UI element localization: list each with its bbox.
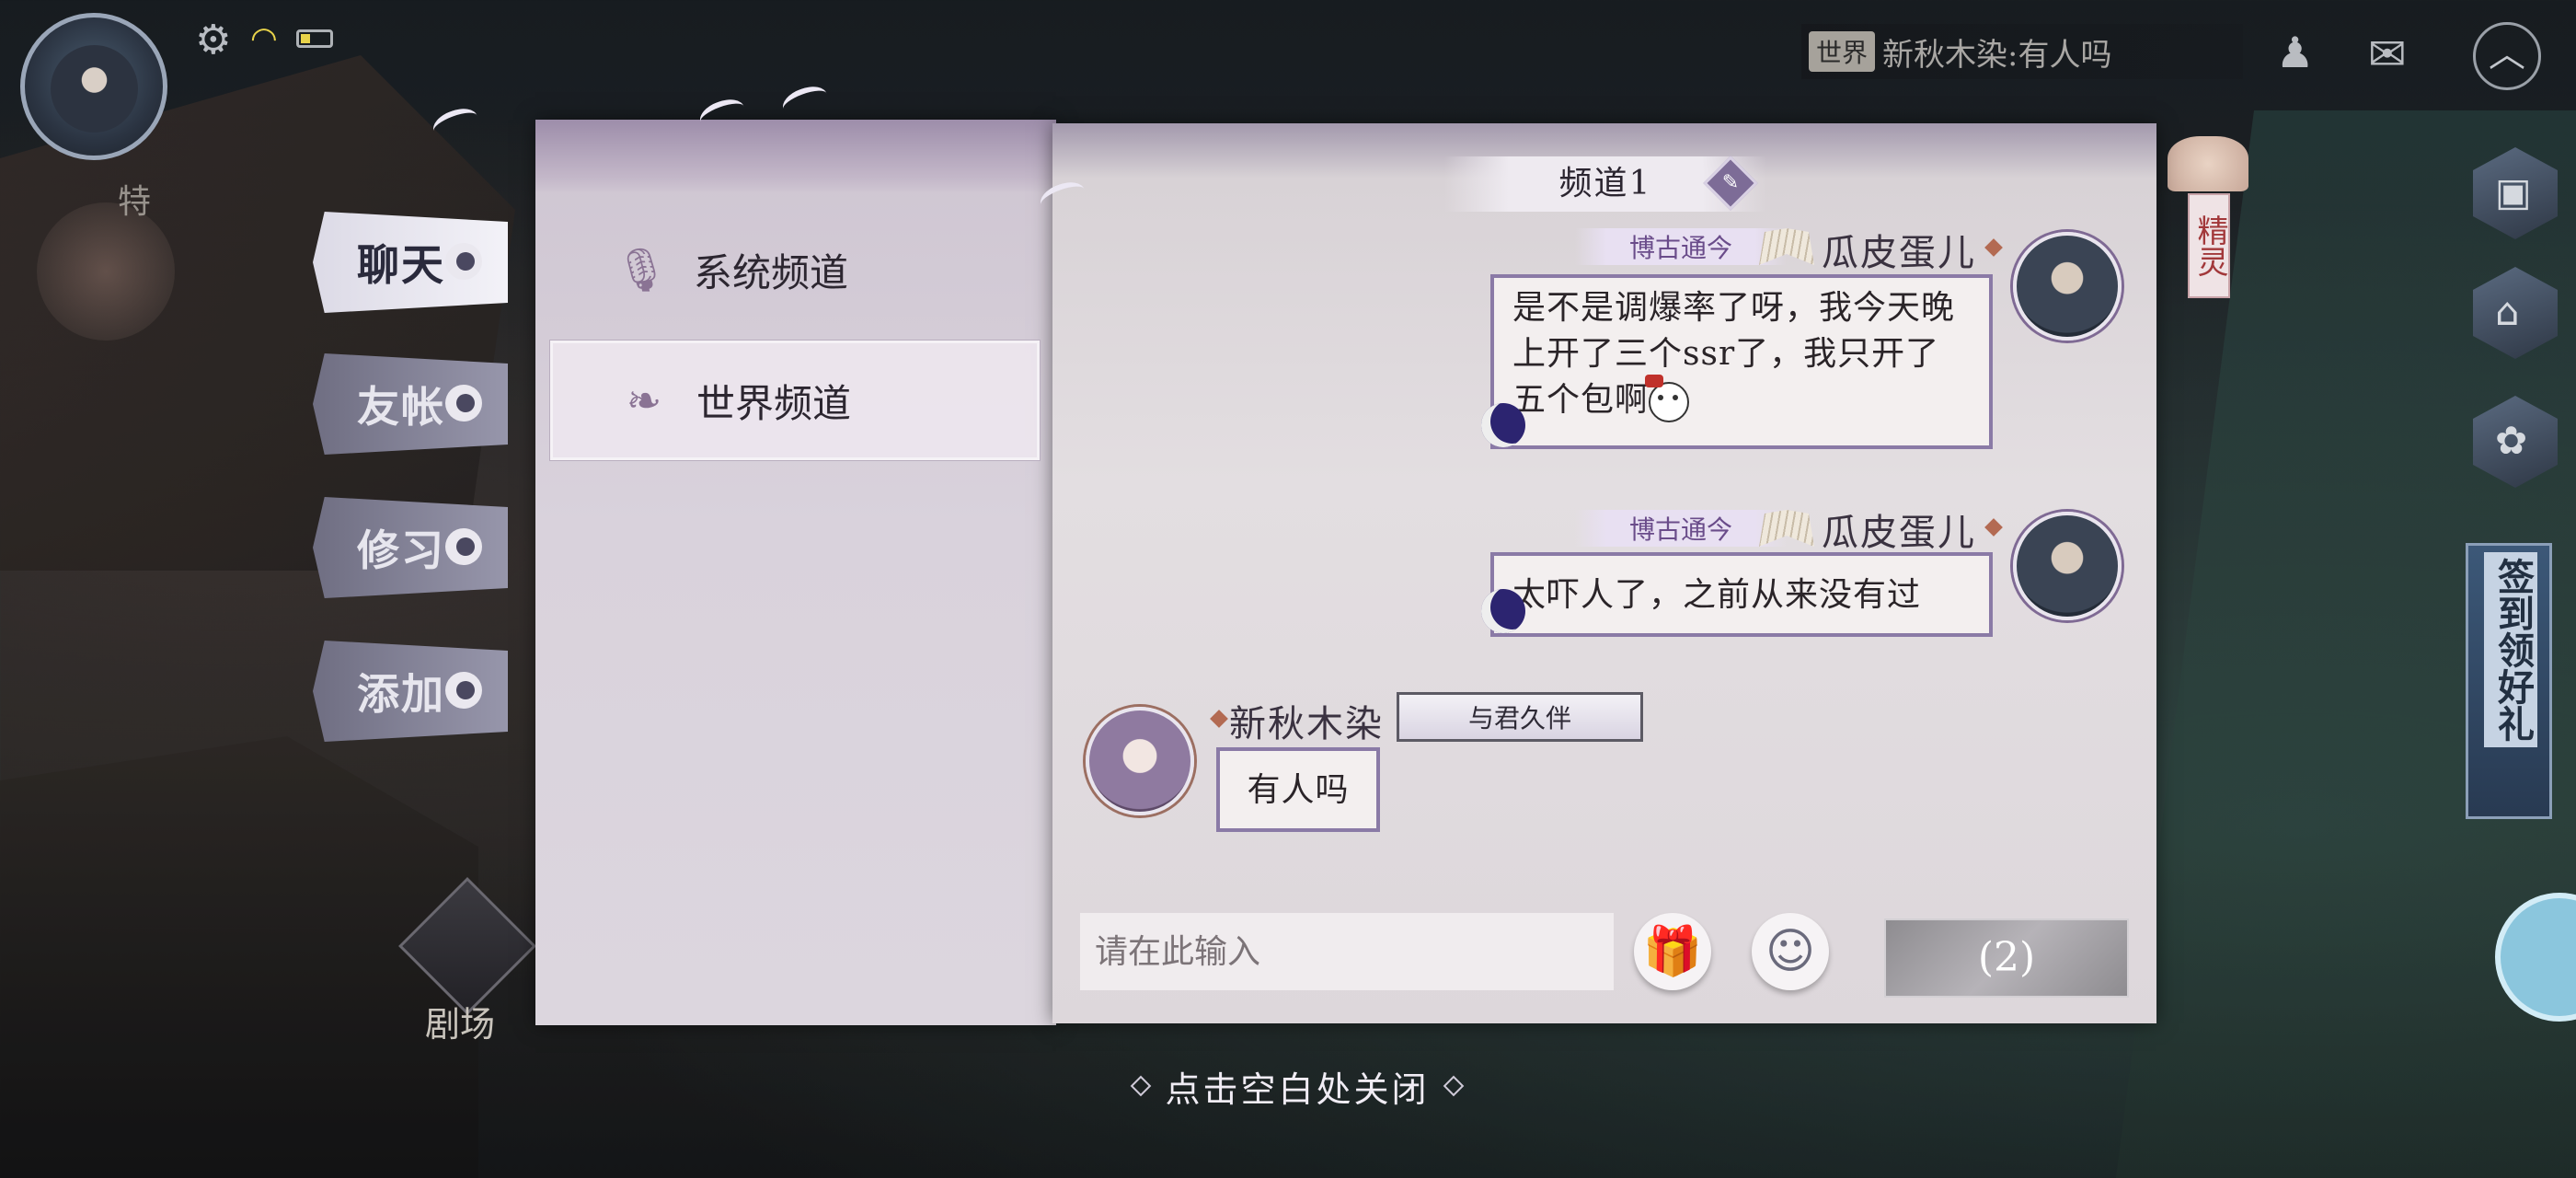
channel-title: 频道1 [1558, 165, 1652, 202]
spirit-fox-icon[interactable] [2168, 136, 2248, 191]
tab-chat[interactable]: 聊天 [313, 212, 508, 313]
world-latest-message: 新秋木染:有人吗 [1882, 36, 2112, 74]
gear-icon[interactable]: ⚙ [195, 17, 231, 64]
pencil-icon: ✎ [1721, 171, 1740, 194]
location-icon: ⌂ [2495, 289, 2520, 334]
close-hint-row[interactable]: 点击空白处关闭 [1067, 1058, 1527, 1114]
diamond-icon [1131, 1075, 1152, 1097]
spirit-label[interactable]: 精灵 [2188, 193, 2230, 298]
sticker-emoji-icon [1645, 375, 1690, 422]
tab-dot-icon [445, 672, 482, 709]
message-text: 太吓人了，之前从来没有过 [1512, 576, 1922, 614]
microphone-icon: 🎙 [615, 244, 669, 294]
signin-label: 签到领好礼 [2484, 552, 2537, 747]
tab-dot-icon [445, 528, 482, 565]
channel-item-system[interactable]: 🎙 系统频道 [550, 210, 1040, 329]
tab-dot-icon [445, 243, 482, 280]
message-text: 是不是调爆率了呀，我今天晚上开了三个ssr了，我只开了五个包啊 [1512, 289, 1956, 419]
ticket-icon: ▣ [2495, 169, 2532, 214]
tab-friends-label: 友帐 [357, 382, 445, 432]
sender-avatar[interactable] [2013, 512, 2122, 620]
tab-study[interactable]: 修习 [313, 497, 508, 598]
moon-decoration-icon [1481, 589, 1525, 633]
channel-label: 系统频道 [694, 249, 849, 295]
tab-add-label: 添加 [357, 669, 445, 719]
title-badge: 博古通今 [1575, 228, 1787, 265]
tab-chat-label: 聊天 [357, 240, 445, 290]
event-label: 特 [118, 183, 152, 221]
mail-icon[interactable]: ✉ [2368, 28, 2407, 81]
emoji-button[interactable]: ☺ [1752, 913, 1829, 990]
battery-icon [296, 29, 333, 48]
gift-icon: 🎁 [1642, 924, 1703, 979]
channel-label: 世界频道 [696, 380, 852, 426]
notification-bell-icon[interactable]: ♟ [2276, 28, 2314, 77]
collapse-up-button[interactable]: ︿ [2473, 22, 2541, 90]
tab-dot-icon [445, 385, 482, 422]
feather-icon: ❧ [626, 375, 662, 425]
tab-study-label: 修习 [357, 525, 445, 575]
smiley-icon: ☺ [1765, 924, 1816, 979]
theater-label[interactable]: 剧场 [425, 996, 495, 1046]
sender-name[interactable]: 瓜皮蛋儿 [1822, 502, 1976, 556]
world-chat-ticker[interactable]: 世界 新秋木染:有人吗 [1801, 24, 2243, 79]
chat-input[interactable] [1080, 913, 1614, 990]
title-badge: 博古通今 [1575, 510, 1787, 547]
channel-item-world[interactable]: ❧ 世界频道 [550, 341, 1040, 460]
message-bubble[interactable]: 太吓人了，之前从来没有过 [1490, 552, 1993, 637]
sender-avatar[interactable] [2013, 232, 2122, 341]
wifi-icon: ◠ [250, 20, 278, 57]
diamond-icon [1443, 1075, 1464, 1097]
tab-friends[interactable]: 友帐 [313, 353, 508, 455]
flower-icon: ✿ [2495, 418, 2528, 463]
tab-add[interactable]: 添加 [313, 641, 508, 742]
player-avatar[interactable] [20, 13, 167, 160]
sender-name[interactable]: 瓜皮蛋儿 [1822, 223, 1976, 276]
sender-name[interactable]: 新秋木染 [1229, 694, 1384, 747]
message-bubble[interactable]: 有人吗 [1216, 747, 1380, 832]
title-badge: 与君久伴 [1397, 692, 1643, 742]
message-bubble[interactable]: 是不是调爆率了呀，我今天晚上开了三个ssr了，我只开了五个包啊 [1490, 274, 1993, 449]
message-text: 有人吗 [1247, 771, 1350, 809]
close-hint: 点击空白处关闭 [1165, 1068, 1430, 1110]
sender-avatar[interactable] [1086, 707, 1194, 815]
world-tag: 世界 [1809, 31, 1876, 72]
gift-button[interactable]: 🎁 [1634, 913, 1711, 990]
send-button[interactable]: (2) [1884, 918, 2129, 998]
moon-decoration-icon [1481, 403, 1525, 447]
event-icon[interactable] [37, 202, 175, 341]
